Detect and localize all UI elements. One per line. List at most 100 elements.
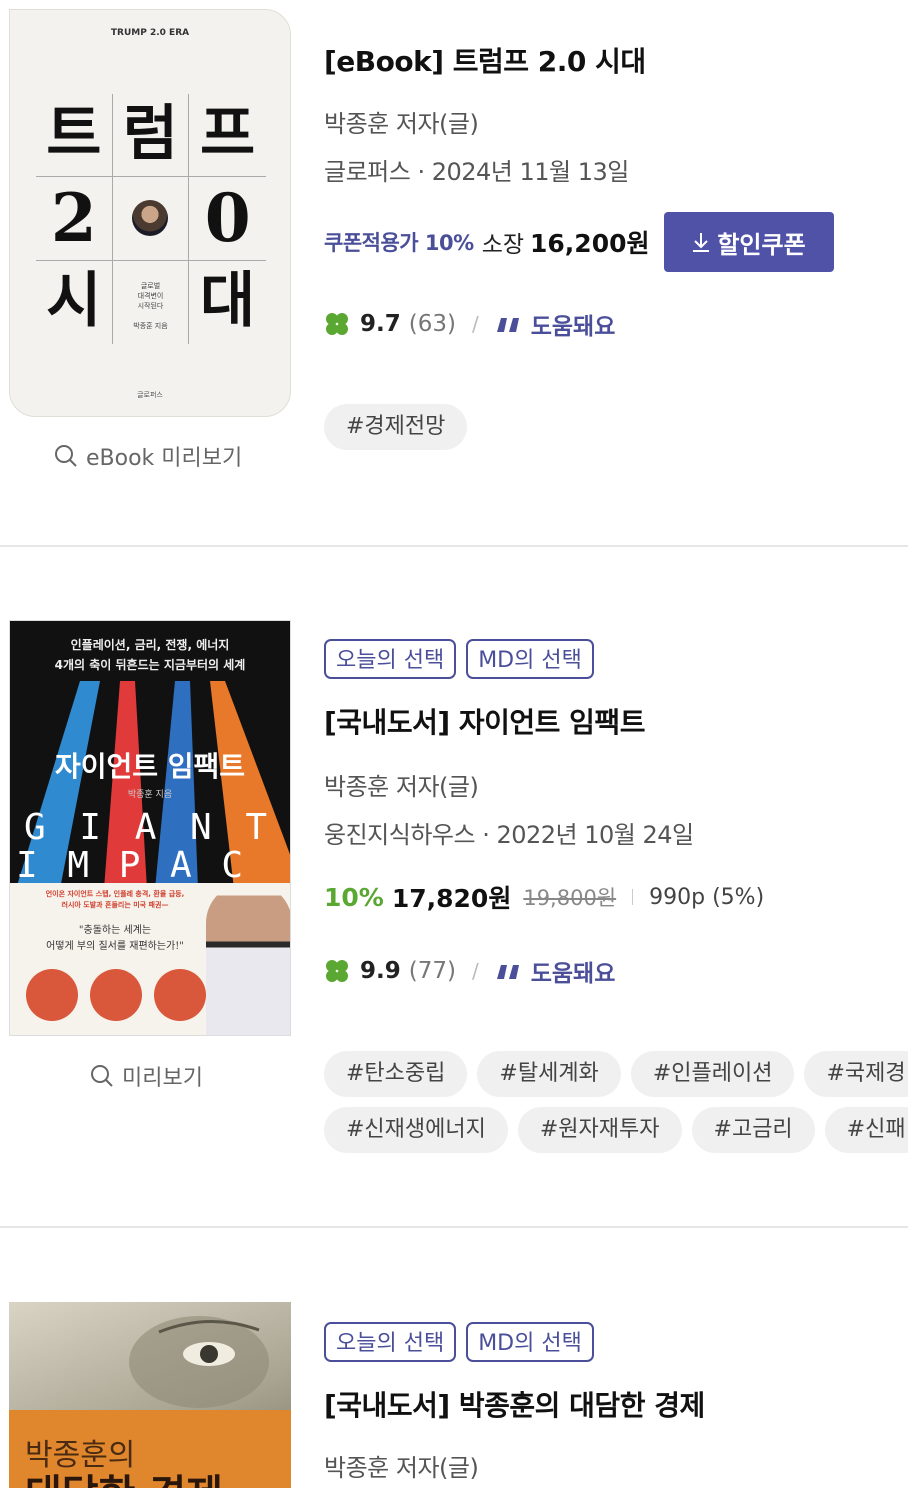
book-cover-giant-impact[interactable]: 인플레이션, 금리, 전쟁, 에너지 4개의 축이 뒤흔드는 지금부터의 세계 … [9, 620, 291, 1036]
cover-quote-line: 어떻게 부의 질서를 재편하는가!" [46, 941, 184, 952]
coupon-label: 쿠폰적용가 10% [324, 231, 474, 255]
cover-char: 대 [200, 265, 256, 336]
cover-grid: 트 럼 프 2 0 시 글로벌 대격변이 시작된다 박종훈 지음 대 [36, 94, 266, 344]
product-info: 오늘의 선택 MD의 선택 [국내도서] 박종훈의 대담한 경제 박종훈 저자(… [324, 1228, 908, 1488]
price-separator [632, 889, 634, 905]
cover-lower: 언이온 자이언트 스텝, 인플레 충격, 환율 급등, 러시아 도발과 흔들리는… [10, 883, 290, 1035]
todays-pick-badge: 오늘의 선택 [324, 1322, 457, 1362]
cover-top-line: 4개의 축이 뒤흔드는 지금부터의 세계 [54, 658, 246, 672]
rating-row: 9.7 (63) / 도움돼요 [324, 308, 615, 340]
cover-circle [26, 969, 78, 1021]
discount-coupon-button[interactable]: 할인쿠폰 [663, 212, 834, 272]
tag[interactable]: #인플레이션 [630, 1051, 795, 1097]
tag[interactable]: #고금리 [691, 1107, 815, 1153]
cover-subtitle: 글로벌 대격변이 시작된다 박종훈 지음 [113, 260, 190, 344]
tag[interactable]: #원자재투자 [517, 1107, 682, 1153]
product-info: [eBook] 트럼프 2.0 시대 박종훈 저자(글) 글로퍼스 · 2024… [324, 0, 908, 546]
tag[interactable]: #신패 [824, 1107, 908, 1153]
quote-icon [496, 965, 519, 979]
product-title[interactable]: [국내도서] 자이언트 임팩트 [324, 701, 645, 741]
preview-button[interactable]: 미리보기 [90, 1060, 203, 1092]
tag[interactable]: #경제전망 [324, 404, 468, 450]
book-cover-trump[interactable]: TRUMP 2.0 ERA 트 럼 프 2 0 시 글로벌 대격변이 시작된다 … [9, 9, 291, 417]
author-photo [206, 883, 290, 1035]
md-pick-badge: MD의 선택 [466, 639, 594, 679]
book-cover-bold-economy[interactable]: 박종훈의 대담한 경제 [9, 1302, 291, 1488]
product-publisher-date: 글로퍼스 · 2024년 11월 13일 [324, 158, 629, 186]
preview-label: eBook 미리보기 [86, 446, 243, 471]
cover-char: 시 [36, 260, 113, 344]
badge-list: 오늘의 선택 MD의 선택 [324, 639, 594, 679]
product-author[interactable]: 박종훈 저자(글) [324, 767, 479, 802]
price: 17,820원 [391, 884, 512, 913]
cover-blurb-line: 언이온 자이언트 스텝, 인플레 충격, 환율 급등, [45, 890, 185, 898]
cover-char: 0 [189, 177, 266, 261]
tag-list: #탄소중립 #탈세계화 #인플레이션 #국제경 #신재생에너지 #원자재투자 #… [324, 1051, 908, 1163]
coupon-price-row: 쿠폰적용가 10% 소장 16,200원 할인쿠폰 [324, 212, 834, 272]
rating-score: 9.7 [360, 311, 401, 337]
preview-label: 미리보기 [122, 1066, 203, 1091]
cover-top-text: 인플레이션, 금리, 전쟁, 에너지 4개의 축이 뒤흔드는 지금부터의 세계 [10, 635, 290, 675]
cover-circle [154, 969, 206, 1021]
points: 990p (5%) [649, 884, 765, 910]
product-publisher-date: 웅진지식하우스 · 2022년 10월 24일 [324, 821, 694, 849]
cover-header: TRUMP 2.0 ERA [110, 28, 190, 38]
rating-score: 9.9 [360, 958, 401, 984]
product-author[interactable]: 박종훈 저자(글) [324, 104, 479, 139]
cover-quote-line: "충돌하는 세계는 [78, 925, 152, 936]
product-author[interactable]: 박종훈 저자(글) [324, 1448, 479, 1483]
cover-title: 자이언트 임팩트 [54, 750, 246, 783]
helpful-link[interactable]: 도움돼요 [531, 954, 616, 988]
discount-rate: 10% [324, 882, 384, 912]
product-title[interactable]: [국내도서] 박종훈의 대담한 경제 [324, 1384, 705, 1424]
product-item-3: 박종훈의 대담한 경제 오늘의 선택 MD의 선택 [국내도서] 박종훈의 대담… [0, 1228, 908, 1488]
cover-blurb: 언이온 자이언트 스텝, 인플레 충격, 환율 급등, 러시아 도발과 흔들리는… [20, 889, 210, 911]
cover-top-line: 인플레이션, 금리, 전쟁, 에너지 [70, 638, 230, 652]
download-icon [693, 233, 710, 252]
rating-separator: / [471, 312, 479, 336]
price-row: 10% 17,820원 19,800원 990p (5%) [324, 877, 764, 917]
tag[interactable]: #신재생에너지 [324, 1107, 508, 1153]
tag-list: #경제전망 [324, 404, 908, 460]
badge-list: 오늘의 선택 MD의 선택 [324, 1322, 594, 1362]
product-item-1: TRUMP 2.0 ERA 트 럼 프 2 0 시 글로벌 대격변이 시작된다 … [0, 0, 908, 546]
cover-author: 박종훈 지음 [133, 321, 168, 330]
cover-sub-line: 대격변이 [137, 291, 164, 300]
cover-char: 프 [189, 94, 266, 178]
tag[interactable]: #탄소중립 [324, 1051, 468, 1097]
rating-separator: / [471, 959, 479, 983]
rating-row: 9.9 (77) / 도움돼요 [324, 955, 615, 987]
rating-count: (63) [408, 311, 456, 337]
price-prefix: 소장 [481, 232, 525, 258]
tag[interactable]: #탈세계화 [477, 1051, 621, 1097]
cover-char: 트 [36, 94, 113, 178]
cover-publisher: 글로퍼스 [137, 391, 163, 399]
tag-row: #경제전망 [324, 404, 908, 450]
cover-sub-line: 글로벌 [140, 281, 161, 290]
search-icon [91, 1065, 113, 1087]
cover-char: 2 [36, 177, 113, 261]
product-item-2: 인플레이션, 금리, 전쟁, 에너지 4개의 축이 뒤흔드는 지금부터의 세계 … [0, 547, 908, 1227]
cover-orange-band: 박종훈의 대담한 경제 [9, 1410, 291, 1488]
helpful-link[interactable]: 도움돼요 [531, 307, 616, 341]
product-info: 오늘의 선택 MD의 선택 [국내도서] 자이언트 임팩트 박종훈 저자(글) … [324, 547, 908, 1227]
portrait-icon [132, 200, 169, 237]
cover-circle [90, 969, 142, 1021]
cover-char: 럼 [112, 94, 190, 178]
tag-row: #신재생에너지 #원자재투자 #고금리 #신패 [324, 1107, 908, 1153]
tag-row: #탄소중립 #탈세계화 #인플레이션 #국제경 [324, 1051, 908, 1097]
cover-blurb-line: 러시아 도발과 흔들리는 미국 패권— [61, 901, 169, 909]
cover-title-2: 대담한 경제 [25, 1462, 223, 1488]
search-icon [55, 445, 77, 467]
todays-pick-badge: 오늘의 선택 [324, 639, 457, 679]
rating-count: (77) [408, 958, 456, 984]
cover-sub-line: 시작된다 [137, 301, 164, 310]
clover-icon [326, 313, 348, 335]
ebook-preview-button[interactable]: eBook 미리보기 [54, 440, 242, 472]
cover-author: 박종훈 지음 [127, 790, 173, 800]
tag[interactable]: #국제경 [804, 1051, 908, 1097]
product-title[interactable]: [eBook] 트럼프 2.0 시대 [324, 40, 646, 80]
cover-giant: G I A N T [24, 807, 274, 848]
original-price: 19,800원 [523, 886, 617, 910]
clover-icon [326, 960, 348, 982]
